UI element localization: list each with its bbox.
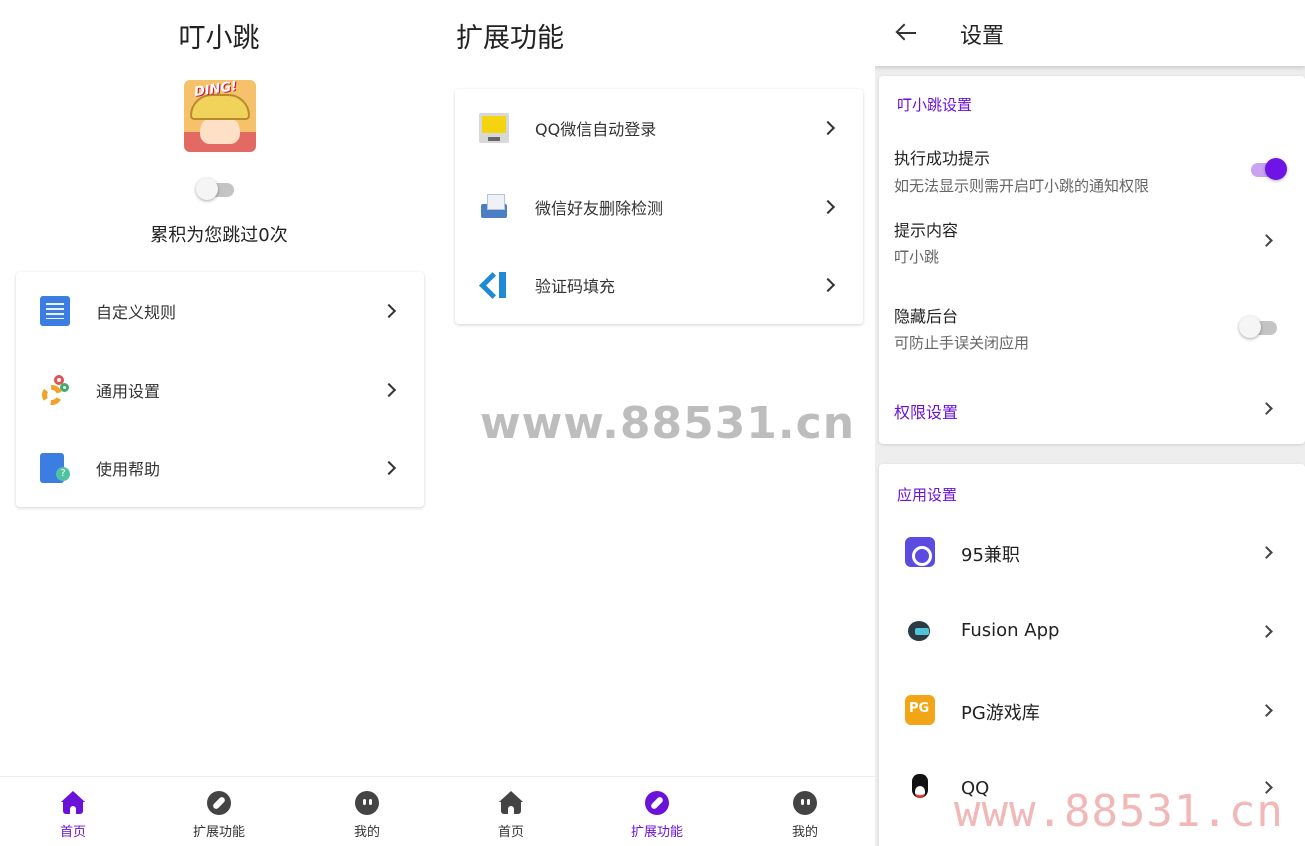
extensions-card: QQ微信自动登录 微信好友删除检测 验证码填充 xyxy=(455,89,863,324)
setting-subtitle: 可防止手误关闭应用 xyxy=(894,334,1030,352)
chevron-right-icon xyxy=(820,277,836,293)
home-screen: 叮小跳 DING! 累积为您跳过0次 自定义规则 通用设置 使用帮助 xyxy=(0,0,438,846)
menu-item-help[interactable]: 使用帮助 xyxy=(16,429,424,507)
nav-me[interactable]: 我的 xyxy=(294,777,438,846)
gears-icon xyxy=(40,375,70,405)
page-title: 设置 xyxy=(960,24,1005,49)
menu-item-general-settings[interactable]: 通用设置 xyxy=(16,351,424,429)
compass-icon xyxy=(645,791,669,815)
app-label: PG游戏库 xyxy=(961,703,1040,724)
app-95-icon xyxy=(905,537,935,567)
nav-label: 我的 xyxy=(791,825,818,840)
nav-home[interactable]: 首页 xyxy=(438,777,584,846)
back-arrow-icon[interactable] xyxy=(895,22,917,44)
nav-extensions[interactable]: 扩展功能 xyxy=(584,777,730,846)
nav-label: 扩展功能 xyxy=(630,825,683,840)
home-icon xyxy=(499,791,523,815)
nav-label: 首页 xyxy=(497,825,524,840)
app-label: 95兼职 xyxy=(961,545,1020,566)
setting-value: 叮小跳 xyxy=(894,248,940,266)
nav-label: 扩展功能 xyxy=(192,825,245,840)
menu-item-friend-delete-check[interactable]: 微信好友删除检测 xyxy=(455,168,863,246)
watermark-center: www.88531.cn xyxy=(480,398,856,449)
settings-screen: 设置 叮小跳设置 执行成功提示 如无法显示则需开启叮小跳的通知权限 提示内容 叮… xyxy=(875,0,1305,846)
vscode-icon xyxy=(479,270,509,300)
app-row-95jianzhi[interactable]: 95兼职 xyxy=(879,513,1305,591)
chevron-right-icon xyxy=(1260,704,1273,717)
menu-item-code-fill[interactable]: 验证码填充 xyxy=(455,246,863,324)
nav-label: 我的 xyxy=(353,825,380,840)
nav-home[interactable]: 首页 xyxy=(0,777,146,846)
chevron-right-icon xyxy=(381,460,397,476)
section-header: 应用设置 xyxy=(897,486,958,504)
monitor-icon xyxy=(479,113,509,143)
rule-doc-icon xyxy=(40,296,70,326)
app-row-pg[interactable]: PG游戏库 xyxy=(879,671,1305,749)
app-label: Fusion App xyxy=(961,620,1060,641)
me-icon xyxy=(793,791,817,815)
chevron-right-icon xyxy=(820,199,836,215)
help-book-icon xyxy=(40,453,70,483)
chevron-right-icon xyxy=(1260,402,1273,415)
home-menu-card: 自定义规则 通用设置 使用帮助 xyxy=(16,272,424,507)
section-header: 叮小跳设置 xyxy=(897,96,973,114)
chevron-right-icon xyxy=(381,382,397,398)
menu-item-label: 自定义规则 xyxy=(96,303,177,322)
bottom-nav: 首页 扩展功能 我的 xyxy=(438,776,875,846)
compass-icon xyxy=(207,791,231,815)
qq-penguin-icon xyxy=(905,772,935,802)
watermark-corner: www.88531.cn xyxy=(954,786,1284,837)
jump-count-text: 累积为您跳过0次 xyxy=(150,225,288,246)
hide-background-toggle[interactable] xyxy=(1239,316,1279,338)
chevron-right-icon xyxy=(1260,546,1273,559)
menu-item-auto-login[interactable]: QQ微信自动登录 xyxy=(455,89,863,167)
permissions-link: 权限设置 xyxy=(894,403,959,422)
nav-extensions[interactable]: 扩展功能 xyxy=(146,777,292,846)
page-title: 扩展功能 xyxy=(456,23,564,54)
app-avatar: DING! xyxy=(184,80,256,152)
app-settings-card: 叮小跳设置 执行成功提示 如无法显示则需开启叮小跳的通知权限 提示内容 叮小跳 … xyxy=(879,76,1305,444)
service-toggle[interactable] xyxy=(196,178,236,200)
printer-icon xyxy=(479,192,509,222)
menu-item-label: QQ微信自动登录 xyxy=(535,120,657,139)
nav-me[interactable]: 我的 xyxy=(732,777,875,846)
chevron-right-icon xyxy=(1260,625,1273,638)
menu-item-custom-rules[interactable]: 自定义规则 xyxy=(16,272,424,350)
fusion-app-icon xyxy=(905,616,935,646)
settings-app-bar: 设置 xyxy=(875,0,1305,66)
setting-title: 提示内容 xyxy=(894,221,959,240)
pg-game-icon xyxy=(905,695,935,725)
chevron-right-icon xyxy=(820,120,836,136)
menu-item-label: 使用帮助 xyxy=(96,460,161,479)
setting-title: 隐藏后台 xyxy=(894,307,959,326)
bottom-nav: 首页 扩展功能 我的 xyxy=(0,776,438,846)
menu-item-label: 验证码填充 xyxy=(535,277,616,296)
app-title: 叮小跳 xyxy=(178,23,260,54)
app-row-fusion[interactable]: Fusion App xyxy=(879,592,1305,670)
nav-label: 首页 xyxy=(59,825,86,840)
chevron-right-icon xyxy=(381,303,397,319)
setting-title: 执行成功提示 xyxy=(894,149,991,168)
setting-subtitle: 如无法显示则需开启叮小跳的通知权限 xyxy=(894,177,1150,195)
me-icon xyxy=(355,791,379,815)
chevron-right-icon xyxy=(1260,234,1273,247)
menu-item-label: 通用设置 xyxy=(96,382,161,401)
menu-item-label: 微信好友删除检测 xyxy=(535,199,664,218)
home-icon xyxy=(61,791,85,815)
success-hint-toggle[interactable] xyxy=(1247,158,1287,180)
